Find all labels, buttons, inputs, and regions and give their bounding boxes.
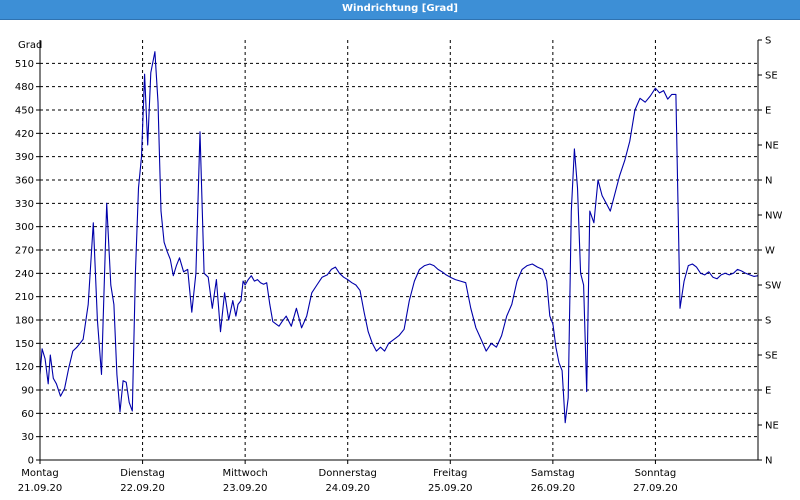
right-tick-label: N — [765, 456, 772, 467]
y-tick-label: 390 — [15, 152, 34, 163]
right-tick-label: NE — [765, 421, 779, 432]
x-tick-day: Samstag — [531, 468, 575, 479]
y-tick-label: 360 — [15, 176, 34, 187]
right-tick-label: SW — [765, 281, 781, 292]
right-tick-label: S — [765, 316, 771, 327]
right-tick-label: E — [765, 386, 771, 397]
x-tick-day: Montag — [21, 468, 58, 479]
right-tick-label: N — [765, 176, 772, 187]
y-tick-label: 180 — [15, 316, 34, 327]
title-bar: Windrichtung [Grad] — [0, 0, 800, 20]
right-tick-label: E — [765, 106, 771, 117]
plot-frame — [39, 40, 759, 461]
wind-direction-chart: Grad 0 30 60 90 120 150 180 210 240 270 300 330 360 3… — [15, 36, 783, 495]
y-tick-label: 300 — [15, 222, 34, 233]
right-tick-label: W — [765, 246, 775, 257]
x-tick-day: Dienstag — [120, 468, 165, 479]
y-tick-label: 0 — [28, 456, 34, 467]
x-tick-day: Mittwoch — [222, 468, 267, 479]
right-tick-label: NW — [765, 211, 782, 222]
y-tick-label: 30 — [21, 432, 34, 443]
y-tick-label: 330 — [15, 199, 34, 210]
x-tick-date: 21.09.20 — [18, 483, 63, 494]
x-tick-date: 26.09.20 — [531, 483, 576, 494]
y-tick-label: 420 — [15, 129, 34, 140]
x-tick-date: 27.09.20 — [633, 483, 678, 494]
y-tick-label: 210 — [15, 292, 34, 303]
series-line — [39, 51, 759, 424]
right-tick-label: S — [765, 36, 771, 47]
y-tick-label: 60 — [21, 409, 34, 420]
series-group — [39, 51, 759, 424]
y-tick-label: 120 — [15, 362, 34, 373]
y-tick-label: 90 — [21, 386, 34, 397]
grid-lines — [40, 40, 758, 460]
x-tick-date: 23.09.20 — [223, 483, 268, 494]
chart-title: Windrichtung [Grad] — [342, 3, 458, 14]
right-tick-label: SE — [765, 71, 778, 82]
y-tick-label: 240 — [15, 269, 34, 280]
right-tick-label: NE — [765, 141, 779, 152]
x-tick-day: Donnerstag — [319, 468, 377, 479]
x-tick-day: Freitag — [433, 468, 467, 479]
y-tick-label: 510 — [15, 59, 34, 70]
x-tick-date: 24.09.20 — [325, 483, 370, 494]
y-tick-label: 450 — [15, 106, 34, 117]
x-tick-date: 22.09.20 — [120, 483, 165, 494]
x-tick-date: 25.09.20 — [428, 483, 473, 494]
y-axis-label: Grad — [18, 40, 42, 51]
right-axis-ticks: N NE E SE S SW W NW N NE E SE S — [758, 36, 782, 467]
y-tick-label: 270 — [15, 246, 34, 257]
right-tick-label: SE — [765, 351, 778, 362]
x-tick-day: Sonntag — [635, 468, 677, 479]
y-tick-label: 150 — [15, 339, 34, 350]
left-axis-ticks: 0 30 60 90 120 150 180 210 240 270 300 330 360 390 420… — [15, 59, 40, 467]
y-tick-label: 480 — [15, 82, 34, 93]
x-axis-ticks: Montag 21.09.20 Dienstag 22.09.20 Mittwoch 23… — [18, 460, 678, 494]
